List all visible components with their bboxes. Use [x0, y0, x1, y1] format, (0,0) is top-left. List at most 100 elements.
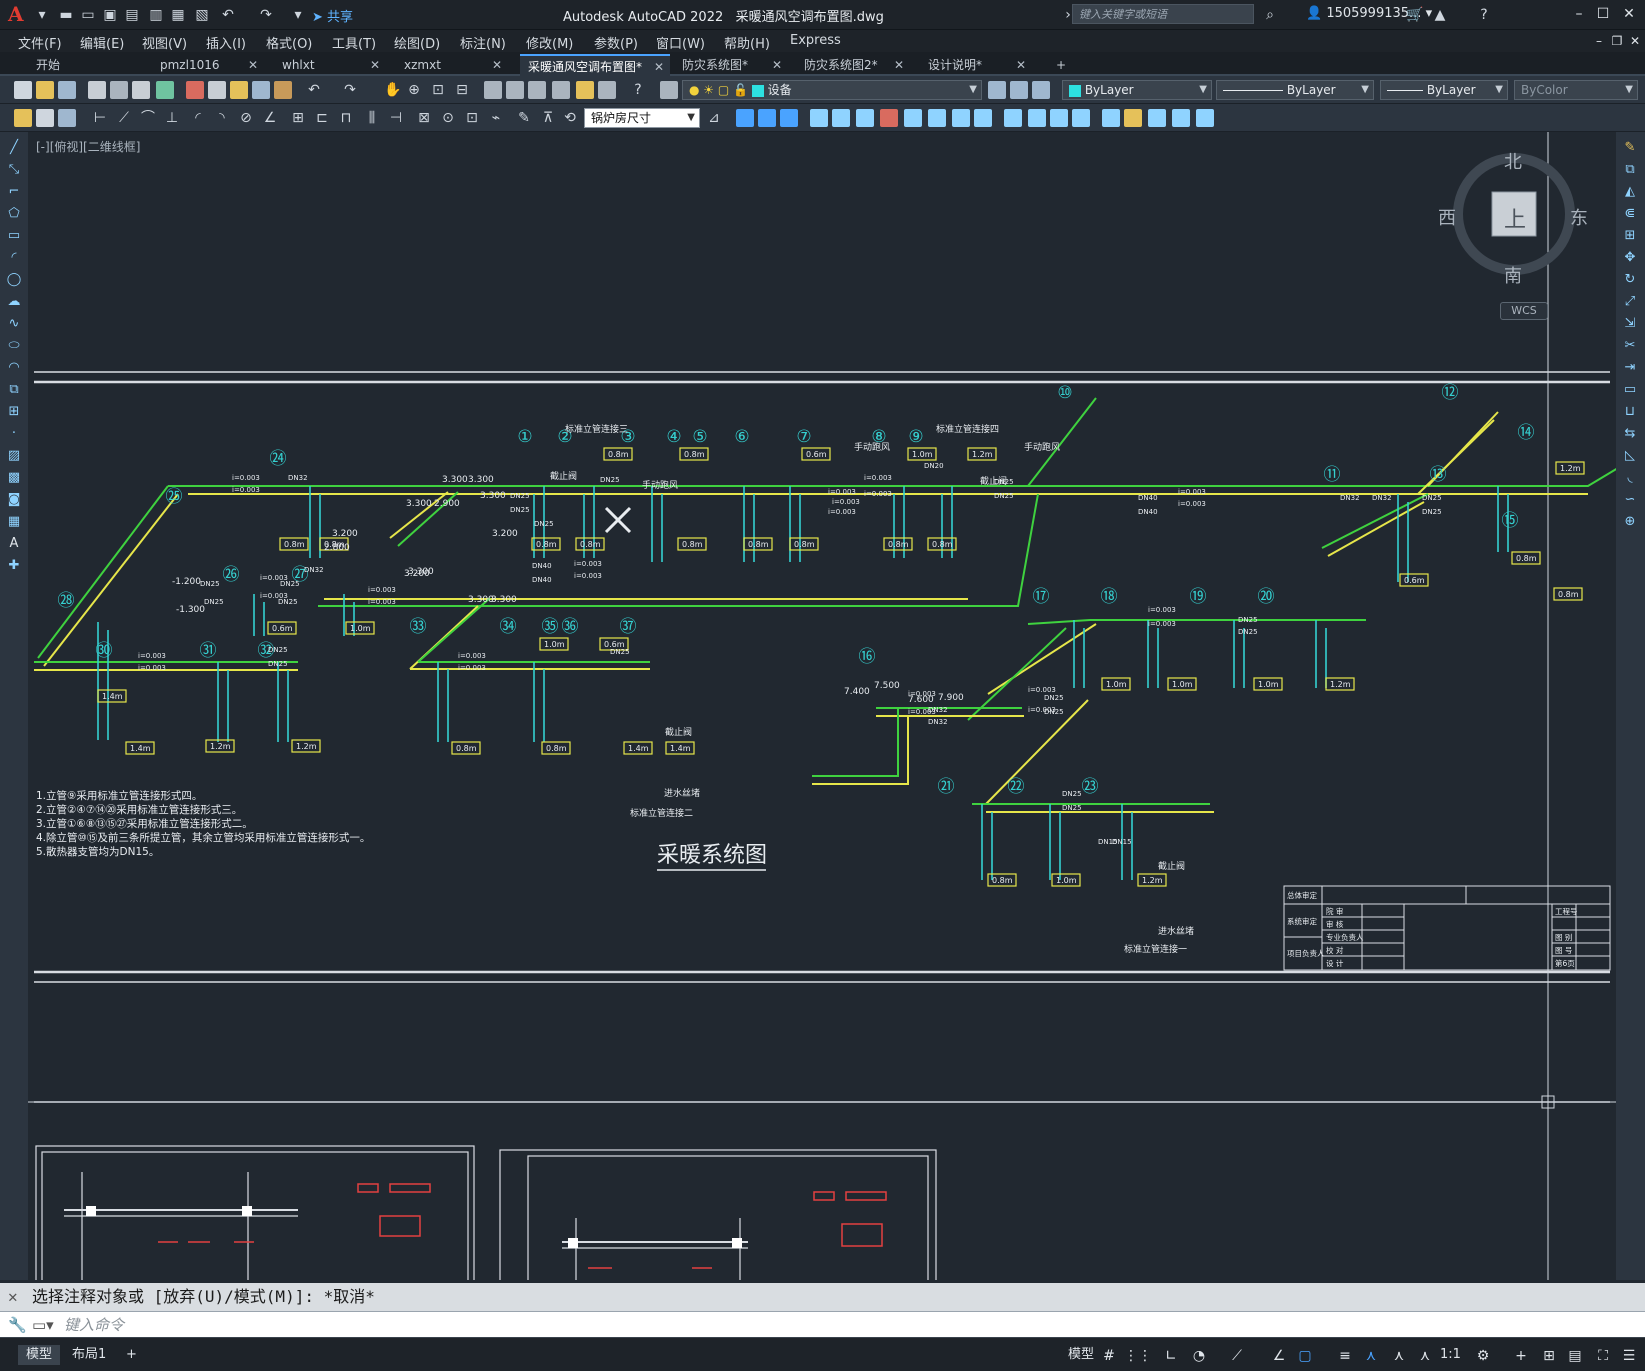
dimension-text-edit-icon[interactable]: ⊼	[540, 110, 556, 126]
viewcube-east[interactable]: 东	[1570, 204, 1588, 230]
solid-box-icon[interactable]	[1004, 109, 1022, 127]
open-icon[interactable]	[36, 81, 54, 99]
ortho-icon[interactable]: ∟	[1162, 1347, 1180, 1365]
break-at-point-icon[interactable]: ▭	[1622, 382, 1638, 398]
menu-express[interactable]: Express	[790, 33, 841, 48]
undo-icon[interactable]: ↶	[220, 7, 236, 23]
dimension-style-icon[interactable]: ⊿	[706, 110, 722, 126]
wcs-menu[interactable]: WCS	[1500, 302, 1548, 320]
pan-icon[interactable]: ✋	[384, 82, 401, 98]
new-tab-button[interactable]: +	[1048, 54, 1072, 76]
tab-fire-system[interactable]: 防灾系统图* ✕	[674, 54, 788, 76]
customize-menu-icon[interactable]: ☰	[1620, 1347, 1638, 1365]
menu-draw[interactable]: 绘图(D)	[394, 33, 440, 52]
workspace-icon[interactable]	[14, 109, 32, 127]
copy-object-icon[interactable]: ⧉	[1622, 162, 1638, 178]
ucs-world-icon[interactable]	[832, 109, 850, 127]
zoom-window-icon[interactable]: ⊡	[430, 82, 446, 98]
maximize-icon[interactable]: ☐	[1594, 5, 1612, 23]
autodesk-app-icon[interactable]: ▲	[1432, 7, 1448, 23]
hardware-acceleration-icon[interactable]: ▤	[1566, 1347, 1584, 1365]
settings-gear-icon[interactable]: ⚙	[1474, 1347, 1492, 1365]
aligned-dimension-icon[interactable]: ⟋	[116, 110, 132, 126]
ucs-icon[interactable]	[810, 109, 828, 127]
help-icon[interactable]: ?	[630, 82, 646, 98]
viewcube-south[interactable]: 南	[1504, 262, 1522, 288]
jogged-linear-icon[interactable]: ⌁	[488, 110, 504, 126]
slice-icon[interactable]	[1148, 109, 1166, 127]
close-icon[interactable]: ✕	[1620, 5, 1638, 23]
ucs-object-icon[interactable]	[904, 109, 922, 127]
menu-window[interactable]: 窗口(W)	[656, 33, 705, 52]
mirror-icon[interactable]: ◭	[1622, 184, 1638, 200]
tab-close-icon[interactable]: ✕	[1016, 54, 1026, 76]
redo-icon[interactable]: ↷	[342, 82, 358, 98]
doc-close-icon[interactable]: ✕	[1626, 32, 1644, 50]
lineweight-dropdown[interactable]: ByLayer ▼	[1380, 80, 1508, 100]
ucs-origin-icon[interactable]	[952, 109, 970, 127]
array-icon[interactable]: ⊞	[1622, 228, 1638, 244]
arc-icon[interactable]: ◜	[6, 250, 22, 266]
model-space-button[interactable]: 模型	[1060, 1345, 1102, 1365]
copy-icon[interactable]	[208, 81, 226, 99]
grid-icon[interactable]: #	[1100, 1347, 1118, 1365]
text-icon[interactable]: A	[6, 536, 22, 552]
publish-icon[interactable]	[132, 81, 150, 99]
join-icon[interactable]: ⇆	[1622, 426, 1638, 442]
isolate-objects-icon[interactable]: ⊞	[1540, 1347, 1558, 1365]
auto-scale-icon[interactable]: ⋏	[1390, 1347, 1408, 1365]
properties-icon[interactable]	[484, 81, 502, 99]
3d-dwf-icon[interactable]	[156, 81, 174, 99]
color-dropdown[interactable]: ByLayer ▼	[1062, 80, 1212, 100]
ellipse-icon[interactable]: ⬭	[6, 338, 22, 354]
publish-icon[interactable]: ▥	[148, 7, 164, 23]
new-icon[interactable]	[14, 81, 32, 99]
menu-help[interactable]: 帮助(H)	[724, 33, 770, 52]
view-left-icon[interactable]	[780, 109, 798, 127]
new-file-icon[interactable]: ▬	[58, 7, 74, 23]
break-icon[interactable]: ⊔	[1622, 404, 1638, 420]
menu-file[interactable]: 文件(F)	[18, 33, 62, 52]
dimension-update-icon[interactable]: ⟲	[562, 110, 578, 126]
plot-icon[interactable]: ▧	[194, 7, 210, 23]
solid-cylinder-icon[interactable]	[1050, 109, 1068, 127]
radius-dimension-icon[interactable]: ◜	[190, 110, 206, 126]
share-button[interactable]: ➤ 共享	[312, 6, 353, 25]
sheet-set-icon[interactable]	[552, 81, 570, 99]
angular-dimension-icon[interactable]: ∠	[262, 110, 278, 126]
point-icon[interactable]: ·	[6, 426, 22, 442]
layer-walk-icon[interactable]	[58, 109, 76, 127]
section-icon[interactable]	[1172, 109, 1190, 127]
stretch-icon[interactable]: ⇲	[1622, 316, 1638, 332]
ucs-zaxis-icon[interactable]	[974, 109, 992, 127]
tab-whlxt[interactable]: whlxt ✕	[274, 54, 386, 76]
tab-fire-system-2[interactable]: 防灾系统图2* ✕	[796, 54, 910, 76]
add-selected-icon[interactable]: ✚	[6, 558, 22, 574]
viewcube[interactable]: 北 南 东 西 上	[1438, 146, 1588, 287]
interfere-icon[interactable]	[1196, 109, 1214, 127]
ucs-previous-icon[interactable]	[856, 109, 874, 127]
chamfer-icon[interactable]: ◺	[1622, 448, 1638, 464]
layer-dropdown[interactable]: ● ☀ ▢ 🔓 设备 ▼	[682, 80, 982, 100]
help-icon[interactable]: ?	[1476, 7, 1492, 23]
view-back-icon[interactable]	[758, 109, 776, 127]
tab-active-drawing[interactable]: 采暖通风空调布置图* ✕	[520, 54, 670, 76]
extrude-icon[interactable]	[1102, 109, 1120, 127]
menu-parametric[interactable]: 参数(P)	[594, 33, 638, 52]
ellipse-arc-icon[interactable]: ◠	[6, 360, 22, 376]
object-snap-icon[interactable]: ▢	[1296, 1347, 1314, 1365]
tool-palettes-icon[interactable]	[528, 81, 546, 99]
save-as-icon[interactable]: ▤	[124, 7, 140, 23]
layer-states-icon[interactable]	[1032, 81, 1050, 99]
paste-icon[interactable]	[230, 81, 248, 99]
ucs-face-icon[interactable]	[880, 109, 898, 127]
snap-icon[interactable]: ⋮⋮	[1124, 1347, 1152, 1365]
layer-previous-icon[interactable]	[1010, 81, 1028, 99]
center-mark-icon[interactable]: ⊙	[440, 110, 456, 126]
offset-icon[interactable]: ⋐	[1622, 206, 1638, 222]
undo-icon[interactable]: ↶	[306, 82, 322, 98]
jogged-dimension-icon[interactable]: ◝	[214, 110, 230, 126]
make-block-icon[interactable]: ⊞	[6, 404, 22, 420]
tolerance-icon[interactable]: ⊠	[416, 110, 432, 126]
viewcube-west[interactable]: 西	[1438, 204, 1456, 230]
